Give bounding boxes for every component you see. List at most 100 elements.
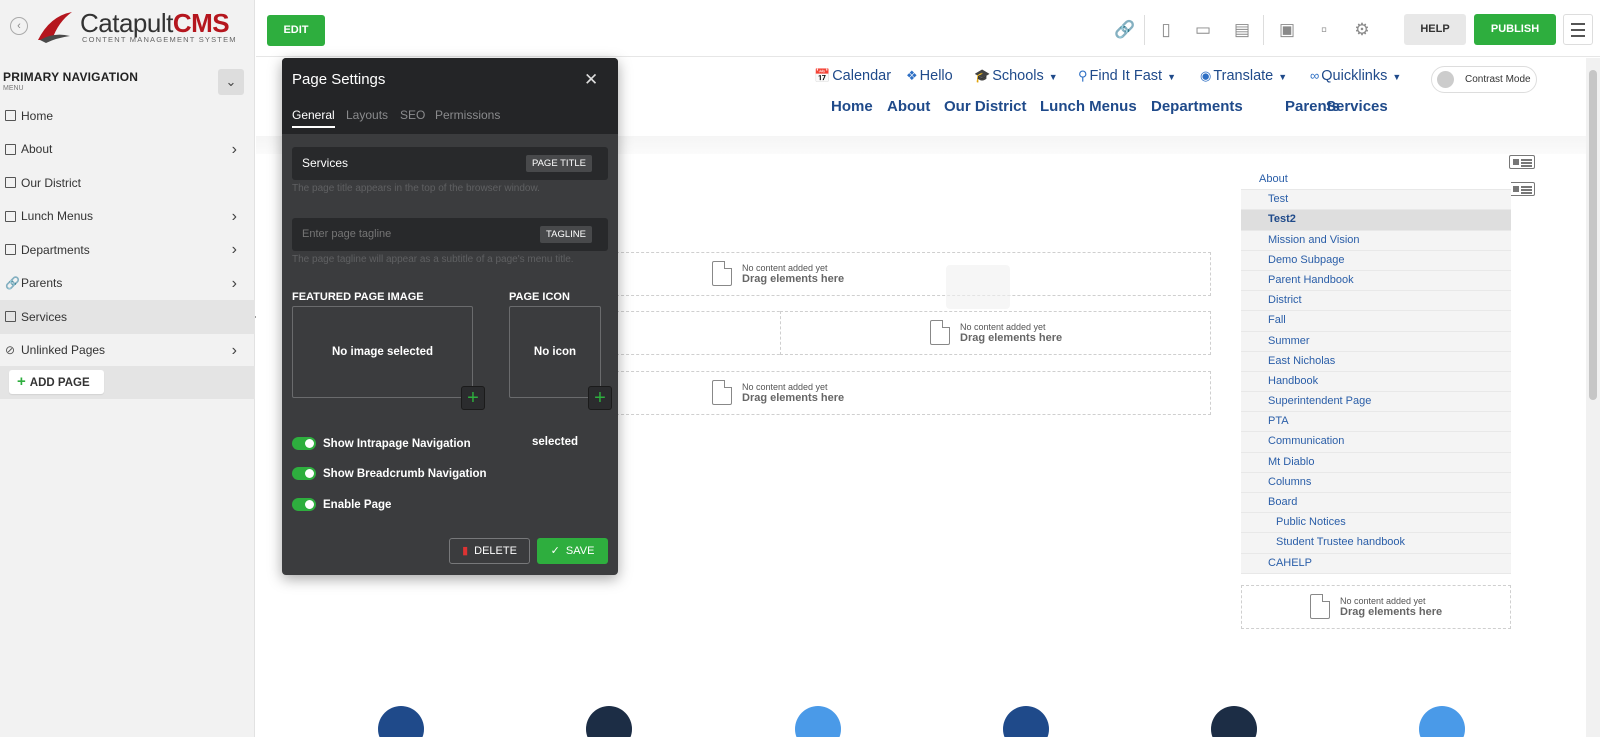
subnav-item[interactable]: PTA: [1241, 412, 1511, 433]
toggle-switch[interactable]: [292, 437, 316, 450]
subnav-item[interactable]: Test2: [1241, 210, 1511, 231]
quicklink-circle-icon[interactable]: [378, 706, 424, 737]
tagline-input[interactable]: [302, 228, 522, 240]
utility-link-find-it-fast[interactable]: ⚲ Find It Fast ▼: [1078, 68, 1176, 84]
subnav-item[interactable]: Mt Diablo: [1241, 452, 1511, 473]
sidebar-item-lunch-menus[interactable]: Lunch Menus ›: [0, 200, 255, 234]
tab-general[interactable]: General: [292, 108, 335, 128]
document-icon: [712, 380, 732, 405]
chevron-right-icon[interactable]: ›: [232, 208, 237, 226]
main-nav-our-district[interactable]: Our District: [944, 98, 1027, 115]
utility-link-calendar[interactable]: 📅 Calendar: [814, 68, 891, 84]
utility-link-schools[interactable]: 🎓 Schools ▼: [974, 68, 1058, 84]
sidebar-item-unlinked-pages[interactable]: ⊘ Unlinked Pages ›: [0, 334, 255, 368]
enable-page-toggle-row[interactable]: Enable Page: [292, 498, 391, 511]
subnav-item[interactable]: Summer: [1241, 331, 1511, 352]
utility-link-quicklinks[interactable]: ∞ Quicklinks ▼: [1310, 68, 1401, 84]
back-button[interactable]: ‹: [10, 17, 28, 35]
image-icon[interactable]: ▣: [1275, 18, 1299, 42]
publish-button[interactable]: PUBLISH: [1474, 14, 1556, 45]
page-scrollbar[interactable]: [1586, 58, 1600, 737]
subnav-item[interactable]: Test: [1241, 190, 1511, 211]
plus-icon: +: [594, 387, 606, 409]
quicklink-circle-icon[interactable]: [1003, 706, 1049, 737]
gear-icon[interactable]: ⚙: [1350, 18, 1374, 42]
page-icon-box[interactable]: No icon selected: [509, 306, 601, 448]
utility-link-hello[interactable]: ❖ Hello: [906, 68, 953, 84]
subnav-item[interactable]: Superintendent Page: [1241, 392, 1511, 413]
plus-icon: +: [467, 387, 479, 409]
main-nav-departments[interactable]: Departments: [1151, 98, 1243, 115]
contrast-mode-toggle[interactable]: Contrast Mode: [1431, 66, 1537, 93]
utility-link-translate[interactable]: ◉ Translate ▼: [1200, 68, 1287, 84]
edit-button[interactable]: EDIT: [267, 15, 325, 46]
subnav-item[interactable]: Fall: [1241, 311, 1511, 332]
main-nav-services[interactable]: Services: [1326, 98, 1388, 115]
sidebar-item-about[interactable]: About ›: [0, 133, 255, 167]
tablet-icon[interactable]: ▭: [1191, 18, 1215, 42]
drop-zone[interactable]: No content added yet Drag elements here: [611, 371, 1211, 415]
intrapage-nav-toggle-row[interactable]: Show Intrapage Navigation: [292, 437, 471, 450]
quicklink-circle-icon[interactable]: [1211, 706, 1257, 737]
subnav-item[interactable]: Communication: [1241, 432, 1511, 453]
tab-seo[interactable]: SEO: [400, 108, 425, 122]
drop-zone[interactable]: No content added yet Drag elements here: [780, 311, 1211, 355]
tagline-field[interactable]: TAGLINE: [292, 218, 608, 251]
toggle-switch[interactable]: [292, 467, 316, 480]
add-image-button[interactable]: +: [461, 386, 485, 410]
subnav-item[interactable]: Mission and Vision: [1241, 230, 1511, 251]
add-icon-button[interactable]: +: [588, 386, 612, 410]
subnav-item[interactable]: East Nicholas: [1241, 351, 1511, 372]
subnav-item[interactable]: Demo Subpage: [1241, 250, 1511, 271]
sidebar-item-services[interactable]: Services: [0, 300, 261, 334]
chevron-right-icon[interactable]: ›: [232, 241, 237, 259]
hamburger-menu-button[interactable]: [1563, 14, 1593, 45]
chevron-right-icon[interactable]: ›: [232, 141, 237, 159]
layout-widget-icon[interactable]: [1509, 182, 1535, 196]
quicklink-circle-icon[interactable]: [586, 706, 632, 737]
subnav-item[interactable]: Student Trustee handbook: [1241, 533, 1511, 554]
file-icon[interactable]: ▫: [1312, 18, 1336, 42]
sidebar-item-home[interactable]: Home: [0, 99, 255, 133]
page-title-field[interactable]: Services PAGE TITLE: [292, 147, 608, 180]
subnav-item[interactable]: Parent Handbook: [1241, 270, 1511, 292]
chevron-right-icon[interactable]: ›: [232, 275, 237, 293]
link-icon[interactable]: 🔗: [1113, 18, 1137, 42]
save-button[interactable]: ✓ SAVE: [537, 538, 608, 564]
delete-button[interactable]: ▮ DELETE: [449, 538, 530, 564]
drop-zone[interactable]: No content added yet Drag elements here: [611, 252, 1211, 296]
subnav-item[interactable]: Public Notices: [1241, 513, 1511, 534]
subnav-item[interactable]: About: [1241, 170, 1511, 191]
sidebar-item-parents[interactable]: 🔗 Parents ›: [0, 267, 255, 301]
add-page-button[interactable]: + ADD PAGE: [9, 370, 104, 394]
layout-widget-icon[interactable]: [1509, 155, 1535, 169]
main-nav-lunch-menus[interactable]: Lunch Menus: [1040, 98, 1137, 115]
drop-zone[interactable]: No content added yet Drag elements here: [1241, 585, 1511, 629]
breadcrumb-nav-toggle-row[interactable]: Show Breadcrumb Navigation: [292, 467, 487, 480]
main-nav-home[interactable]: Home: [831, 98, 873, 115]
phone-icon[interactable]: ▯: [1154, 18, 1178, 42]
tab-layouts[interactable]: Layouts: [346, 108, 388, 122]
subnav-item[interactable]: Columns: [1241, 472, 1511, 493]
desktop-icon[interactable]: ▤: [1230, 18, 1254, 42]
subnav-item[interactable]: District: [1241, 291, 1511, 312]
help-button[interactable]: HELP: [1404, 14, 1466, 45]
trash-icon: ▮: [462, 545, 469, 557]
nav-collapse-button[interactable]: ⌄: [218, 69, 244, 95]
quicklink-circle-icon[interactable]: [1419, 706, 1465, 737]
sidebar-item-departments[interactable]: Departments ›: [0, 233, 255, 267]
subnav-item[interactable]: Handbook: [1241, 371, 1511, 393]
modal-header: Page Settings ✕ General Layouts SEO Perm…: [282, 58, 618, 134]
toggle-switch[interactable]: [292, 498, 316, 511]
scrollbar-thumb[interactable]: [1589, 70, 1597, 400]
subnav-item[interactable]: Board: [1241, 493, 1511, 514]
sidebar-item-our-district[interactable]: Our District: [0, 166, 255, 200]
featured-image-box[interactable]: No image selected: [292, 306, 473, 398]
main-nav-about[interactable]: About: [887, 98, 930, 115]
tab-permissions[interactable]: Permissions: [435, 108, 500, 122]
subnav-item[interactable]: CAHELP: [1241, 553, 1511, 574]
close-icon[interactable]: ✕: [584, 70, 598, 90]
page-title-value[interactable]: Services: [302, 156, 348, 170]
quicklink-circle-icon[interactable]: [795, 706, 841, 737]
chevron-right-icon[interactable]: ›: [232, 342, 237, 360]
